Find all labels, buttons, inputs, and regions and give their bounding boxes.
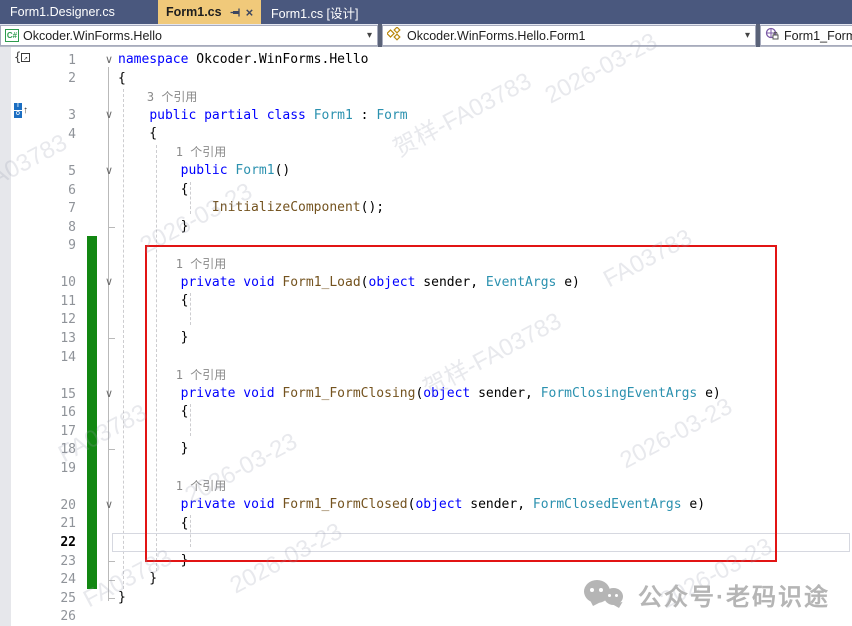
- document-tab-bar: Form1.Designer.cs Form1.cs × Form1.cs [设…: [0, 0, 852, 24]
- chevron-down-icon[interactable]: ▾: [745, 30, 750, 41]
- fold-collapse-icon[interactable]: ∨: [76, 389, 118, 400]
- project-scope-label: Okcoder.WinForms.Hello: [23, 29, 162, 43]
- line-number: 18: [0, 442, 76, 457]
- line-number: 24: [0, 572, 76, 587]
- line-number: 14: [0, 350, 76, 365]
- code-row[interactable]: 7 InitializeComponent();: [0, 199, 852, 218]
- line-number: 11: [0, 294, 76, 309]
- project-scope-dropdown[interactable]: C# Okcoder.WinForms.Hello ▾: [0, 25, 378, 46]
- line-number: 17: [0, 424, 76, 439]
- line-number: 13: [0, 331, 76, 346]
- code-row[interactable]: 6 {: [0, 181, 852, 200]
- tab-form1-cs-design[interactable]: Form1.cs [设计]: [261, 0, 402, 24]
- codelens-row[interactable]: 3 个引用: [0, 88, 852, 107]
- code-text: InitializeComponent();: [118, 199, 384, 218]
- codelens-references-label[interactable]: 1 个引用: [118, 143, 226, 163]
- code-row[interactable]: 2{: [0, 70, 852, 89]
- code-row[interactable]: 4 {: [0, 125, 852, 144]
- fold-collapse-icon[interactable]: ∨: [76, 500, 118, 511]
- code-text: {: [118, 181, 188, 200]
- line-number: 22: [0, 535, 76, 550]
- code-row[interactable]: 1∨namespace Okcoder.WinForms.Hello: [0, 51, 852, 70]
- fold-collapse-icon[interactable]: ∨: [76, 55, 118, 66]
- chevron-down-icon[interactable]: ▾: [367, 30, 372, 41]
- code-navigation-bar: C# Okcoder.WinForms.Hello ▾ Okcoder.WinF…: [0, 24, 852, 47]
- code-row[interactable]: 8 }: [0, 218, 852, 237]
- member-scope-label: Form1_Form: [784, 29, 852, 43]
- code-text: public partial class Form1 : Form: [118, 107, 408, 126]
- code-text: namespace Okcoder.WinForms.Hello: [118, 51, 368, 70]
- line-number: 9: [0, 238, 76, 253]
- line-number: 1: [0, 53, 76, 68]
- csharp-file-icon: C#: [5, 29, 19, 42]
- tab-form1-designer-cs[interactable]: Form1.Designer.cs: [0, 0, 158, 24]
- code-text: {: [118, 70, 126, 89]
- line-number: 3: [0, 108, 76, 123]
- line-number: 12: [0, 312, 76, 327]
- code-text: {: [118, 125, 157, 144]
- code-row[interactable]: 3∨ public partial class Form1 : Form: [0, 107, 852, 126]
- line-number: 10: [0, 275, 76, 290]
- line-number: 26: [0, 609, 76, 624]
- type-scope-label: Okcoder.WinForms.Hello.Form1: [407, 29, 586, 43]
- red-annotation-rectangle: [145, 245, 777, 562]
- line-number: 4: [0, 127, 76, 142]
- tab-label: Form1.cs: [166, 5, 222, 19]
- type-scope-dropdown[interactable]: Okcoder.WinForms.Hello.Form1 ▾: [382, 25, 756, 46]
- line-number: 23: [0, 554, 76, 569]
- code-text: public Form1(): [118, 162, 290, 181]
- line-number: 16: [0, 405, 76, 420]
- fold-collapse-icon[interactable]: ∨: [76, 166, 118, 177]
- line-number: 6: [0, 183, 76, 198]
- code-row[interactable]: 5∨ public Form1(): [0, 162, 852, 181]
- line-number: 20: [0, 498, 76, 513]
- code-editor[interactable]: {↗ IO↑ 1∨namespace Okcoder.WinForms.Hell…: [0, 47, 852, 626]
- wechat-bubbles-icon: [584, 578, 628, 612]
- code-text: }: [118, 218, 188, 237]
- fold-collapse-icon[interactable]: ∨: [76, 110, 118, 121]
- tab-form1-cs-active[interactable]: Form1.cs ×: [158, 0, 261, 24]
- line-number: 19: [0, 461, 76, 476]
- tab-label: Form1.Designer.cs: [10, 5, 115, 19]
- tab-label: Form1.cs [设计]: [271, 3, 359, 22]
- close-icon[interactable]: ×: [246, 6, 254, 19]
- line-number: 8: [0, 220, 76, 235]
- private-method-lock-icon: [765, 27, 780, 44]
- class-icon: [387, 27, 403, 44]
- line-number: 25: [0, 591, 76, 606]
- line-number: 21: [0, 516, 76, 531]
- codelens-references-label[interactable]: 3 个引用: [118, 88, 197, 108]
- codelens-row[interactable]: 1 个引用: [0, 144, 852, 163]
- visual-studio-editor-window: Form1.Designer.cs Form1.cs × Form1.cs [设…: [0, 0, 852, 626]
- pin-icon[interactable]: [230, 7, 241, 18]
- fold-collapse-icon[interactable]: ∨: [76, 277, 118, 288]
- code-text: }: [118, 589, 126, 608]
- brand-text: 公众号·老码识途: [638, 577, 830, 612]
- line-number: 5: [0, 164, 76, 179]
- line-number: 7: [0, 201, 76, 216]
- member-scope-dropdown[interactable]: Form1_Form: [760, 25, 852, 46]
- code-text: }: [118, 570, 157, 589]
- line-number: 15: [0, 387, 76, 402]
- brand-watermark: 公众号·老码识途: [584, 577, 830, 612]
- line-number: 2: [0, 71, 76, 86]
